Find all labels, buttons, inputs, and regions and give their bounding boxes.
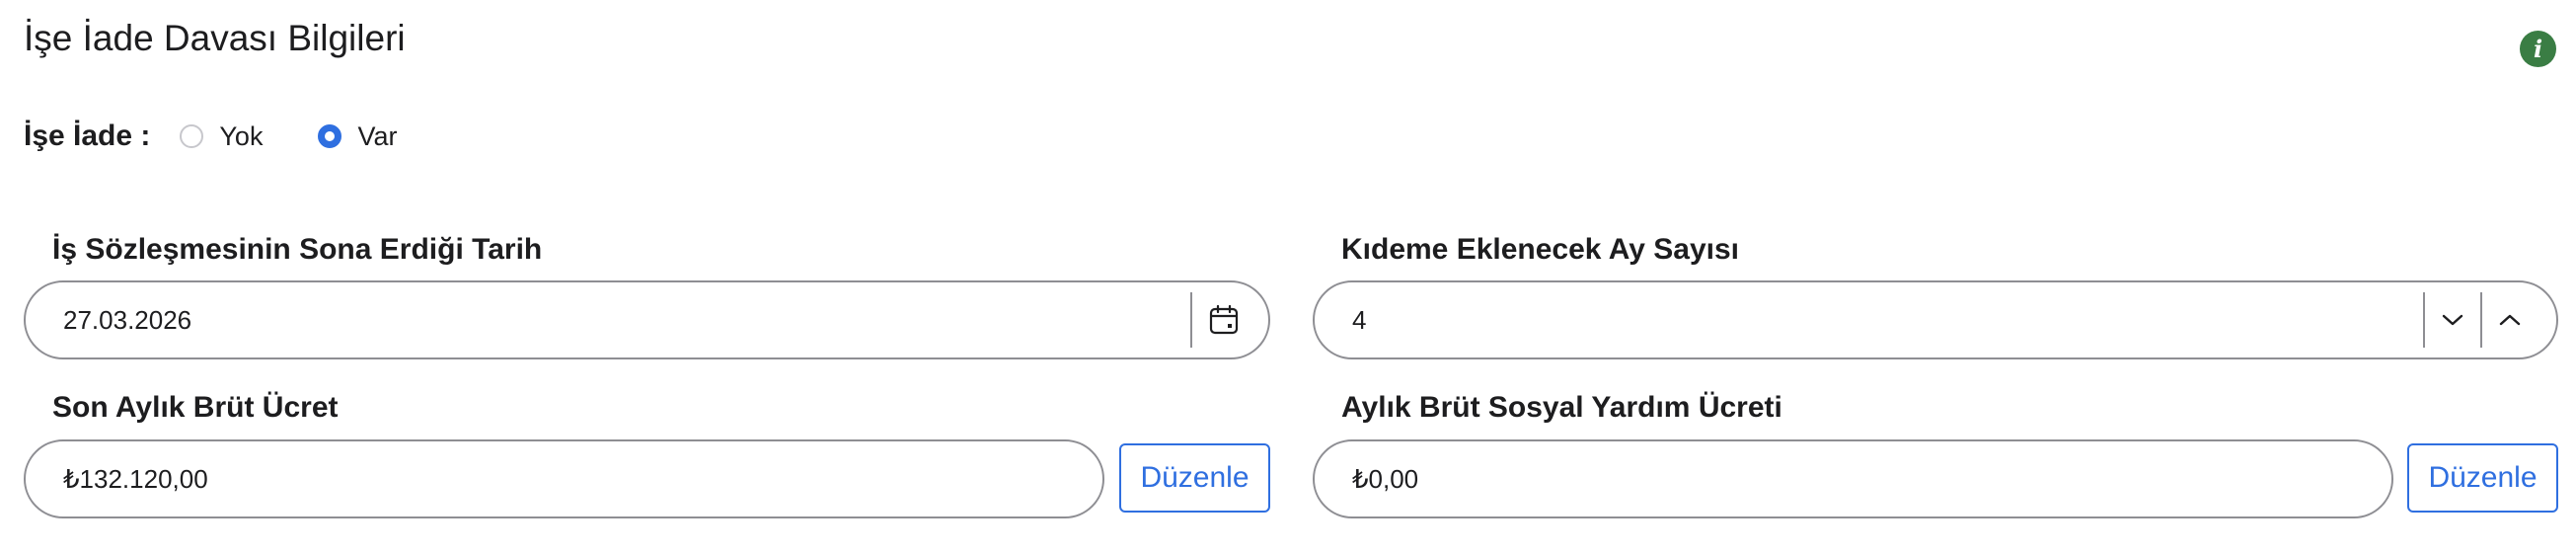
seniority-months-value[interactable]: 4 — [1352, 282, 1366, 357]
seniority-months-label: Kıdeme Eklenecek Ay Sayısı — [1341, 233, 1740, 266]
radio-option-yok[interactable]: Yok — [180, 121, 263, 152]
radio-yok-circle[interactable] — [180, 124, 204, 148]
radio-yok-label: Yok — [219, 120, 264, 151]
ise-iade-panel: İşe İade Davası Bilgileri i İşe İade : Y… — [0, 0, 2576, 555]
contract-end-date-field[interactable]: 27.03.2026 — [24, 280, 1270, 359]
edit-salary-button[interactable]: Düzenle — [1119, 443, 1270, 513]
seniority-months-stepper[interactable]: 4 — [1313, 280, 2558, 359]
social-aid-value[interactable]: ₺0,00 — [1352, 441, 1418, 516]
radio-option-var[interactable]: Var — [318, 121, 397, 152]
date-divider — [1190, 292, 1192, 348]
section-title: İşe İade Davası Bilgileri — [24, 18, 406, 58]
edit-social-aid-button[interactable]: Düzenle — [2407, 443, 2558, 513]
chevron-up-icon[interactable] — [2482, 282, 2538, 357]
last-gross-salary-field[interactable]: ₺132.120,00 — [24, 439, 1104, 518]
contract-end-date-label: İş Sözleşmesinin Sona Erdiği Tarih — [52, 233, 543, 266]
last-gross-salary-label: Son Aylık Brüt Ücret — [52, 391, 339, 424]
reinstatement-radio-group: İşe İade : Yok Var — [24, 115, 397, 158]
contract-end-date-value[interactable]: 27.03.2026 — [63, 282, 191, 357]
reinstatement-label: İşe İade : — [24, 119, 151, 152]
radio-var-circle[interactable] — [318, 124, 342, 148]
info-icon[interactable]: i — [2520, 31, 2556, 67]
radio-var-label: Var — [357, 120, 398, 151]
last-gross-salary-value[interactable]: ₺132.120,00 — [63, 441, 208, 516]
calendar-icon[interactable] — [1194, 282, 1253, 357]
social-aid-field[interactable]: ₺0,00 — [1313, 439, 2393, 518]
chevron-down-icon[interactable] — [2425, 282, 2480, 357]
social-aid-label: Aylık Brüt Sosyal Yardım Ücreti — [1341, 391, 1782, 424]
